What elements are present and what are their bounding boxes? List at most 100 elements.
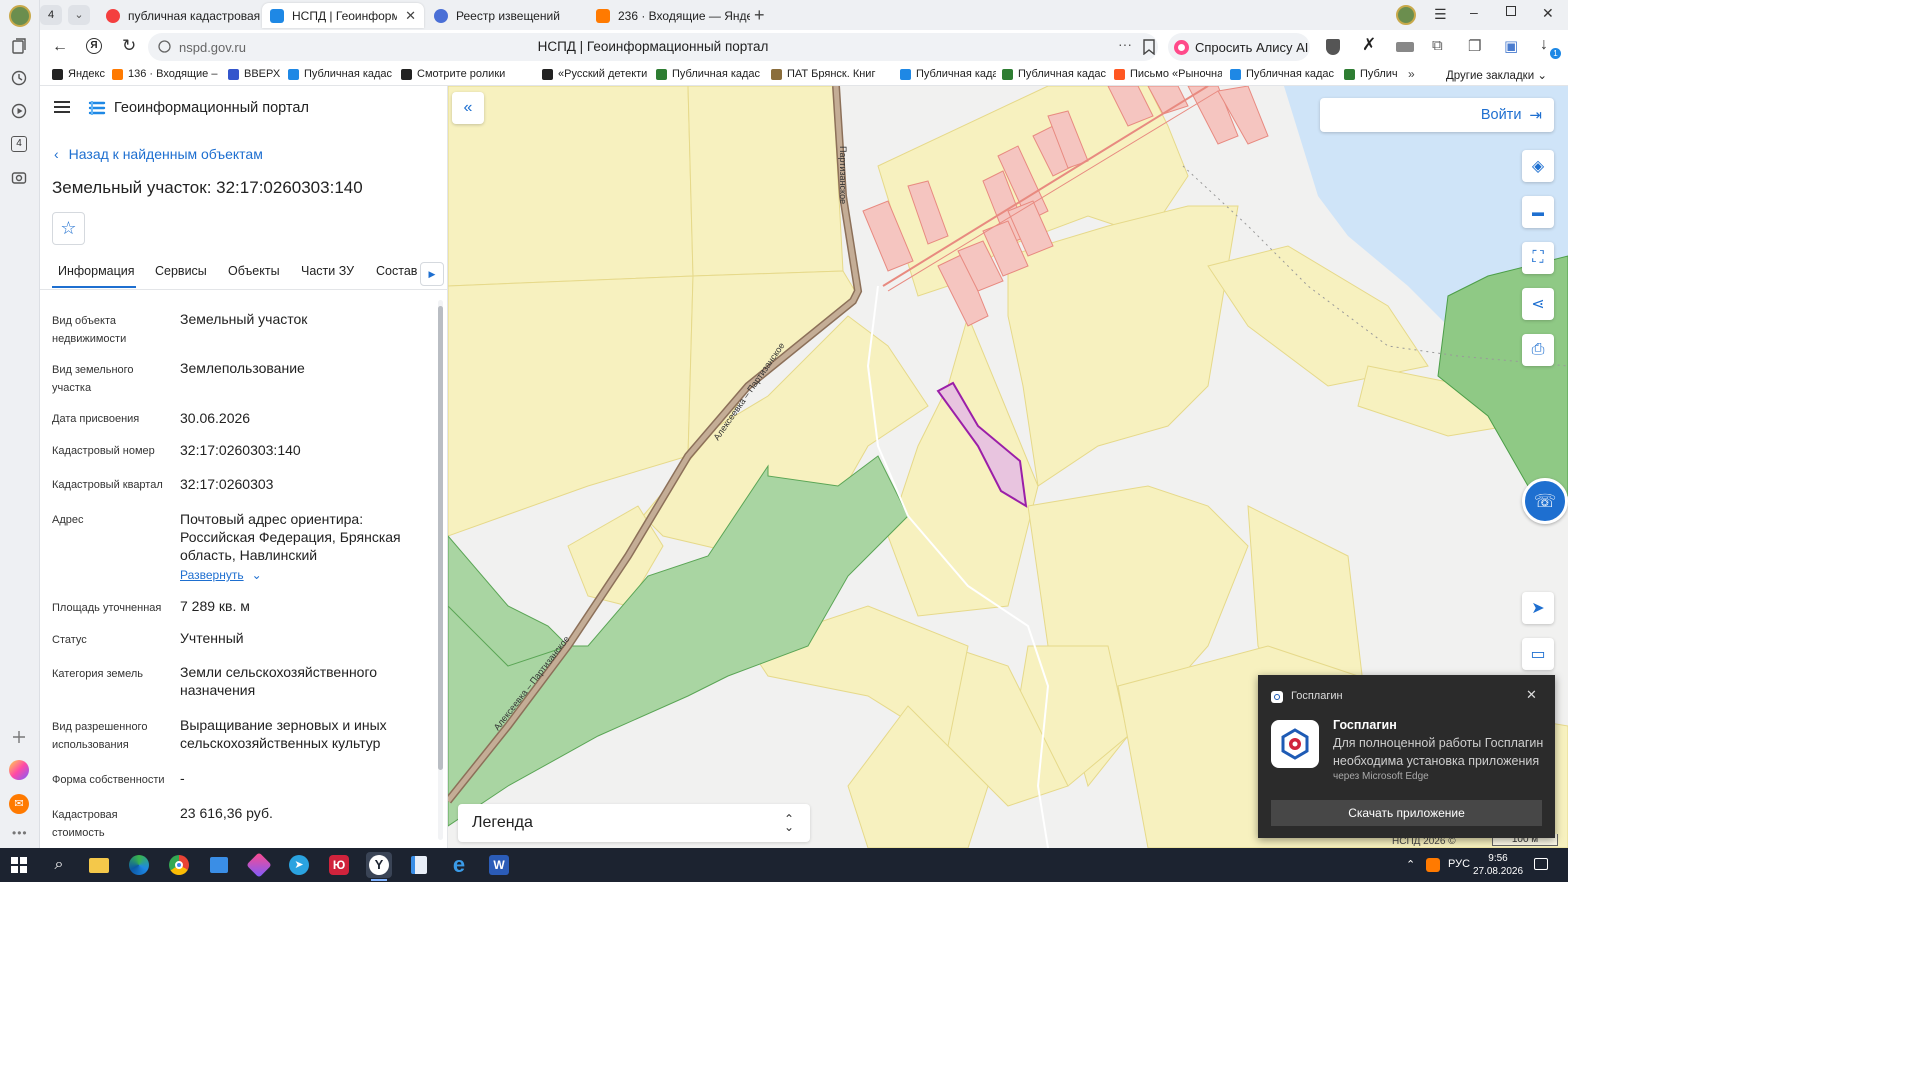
tab-parts[interactable]: Части ЗУ — [301, 264, 354, 278]
extensions-puzzle-icon[interactable]: ⧉ — [1432, 37, 1443, 54]
extension-wallet-icon[interactable] — [1396, 42, 1414, 52]
hamburger-menu-icon[interactable] — [54, 101, 70, 113]
minimap-button[interactable]: ▭ — [1522, 638, 1554, 670]
yandex-browser-icon[interactable]: Y — [366, 852, 392, 878]
bookmark-item[interactable]: «Русский детекти — [542, 68, 650, 80]
internet-explorer-icon[interactable]: e — [446, 852, 472, 878]
edge-icon[interactable] — [126, 852, 152, 878]
bookmark-item[interactable]: Письмо «Рыночна — [1114, 68, 1222, 80]
expand-address-link[interactable]: Развернуть ⌄ — [180, 568, 262, 582]
profile-avatar[interactable] — [9, 5, 31, 27]
downloads-icon[interactable]: ↓ — [1540, 36, 1548, 54]
tab-list-chevron-icon[interactable]: ⌄ — [68, 5, 90, 25]
mail-icon[interactable]: ✉ — [9, 794, 29, 814]
history-icon[interactable] — [11, 70, 27, 86]
bookmark-item[interactable]: Публичная кадас — [288, 68, 394, 80]
menu-icon[interactable]: ☰ — [1434, 6, 1447, 23]
protect-shield-icon[interactable] — [1326, 39, 1340, 55]
bookmark-favicon-icon — [52, 68, 63, 80]
bookmark-favicon-icon — [401, 68, 412, 80]
tab-composition[interactable]: Состав — [376, 264, 417, 278]
page-actions-icon[interactable]: ··· — [1118, 36, 1132, 52]
search-icon[interactable]: ⌕ — [46, 852, 72, 878]
ask-alice-button[interactable]: Спросить Алису AI — [1168, 33, 1310, 61]
bookmark-item[interactable]: Публичная кадас — [1002, 68, 1106, 80]
ruler-button[interactable]: ▬ — [1522, 196, 1554, 228]
more-icon[interactable]: ••• — [12, 826, 28, 840]
close-tab-icon[interactable]: ✕ — [405, 8, 416, 24]
login-button[interactable]: Войти ⇥ — [1320, 98, 1554, 132]
favorite-star-button[interactable]: ☆ — [52, 212, 85, 245]
other-bookmarks[interactable]: Другие закладки ⌄ — [1446, 68, 1547, 82]
bookmark-item[interactable]: Публич — [1344, 68, 1400, 80]
download-app-button[interactable]: Скачать приложение — [1271, 800, 1542, 826]
input-language[interactable]: РУС — [1448, 858, 1470, 870]
bookmark-item[interactable]: Публичная кадас — [1230, 68, 1338, 80]
layers-button[interactable]: ◈ — [1522, 150, 1554, 182]
print-icon: ⎙ — [1531, 341, 1545, 358]
scrollbar-thumb[interactable] — [438, 306, 443, 770]
support-chat-button[interactable]: ☏ — [1522, 478, 1568, 524]
profile-avatar-icon[interactable] — [1396, 5, 1416, 25]
tab-information[interactable]: Информация — [58, 264, 135, 278]
collections-icon[interactable] — [11, 38, 27, 54]
screenshot-icon[interactable] — [11, 169, 27, 185]
extension-doc-icon[interactable]: ▣ — [1504, 37, 1518, 55]
field-value: - — [180, 770, 185, 786]
gem-app-icon[interactable] — [246, 852, 272, 878]
tab-nspd[interactable]: НСПД | Геоинформацис ✕ — [262, 3, 424, 28]
address-field[interactable]: nspd.gov.ru НСПД | Геоинформационный пор… — [148, 33, 1158, 61]
tab-cadastral-map[interactable]: публичная кадастровая к — [98, 3, 260, 28]
notepad-icon[interactable] — [406, 852, 432, 878]
word-icon[interactable]: W — [486, 852, 512, 878]
notification-center-icon[interactable] — [1534, 858, 1548, 870]
bookmarks-overflow-icon[interactable]: » — [1408, 67, 1415, 81]
print-button[interactable]: ⎙ — [1522, 334, 1554, 366]
file-explorer-icon[interactable] — [86, 852, 112, 878]
maximize-icon[interactable] — [1506, 6, 1516, 16]
bookmark-icon[interactable] — [1142, 39, 1156, 55]
extension-k-icon[interactable]: ✗ — [1362, 35, 1376, 55]
tray-chevron-up-icon[interactable]: ⌃ — [1406, 858, 1415, 871]
reload-icon[interactable]: ↻ — [122, 36, 136, 56]
tab-counter[interactable]: 4 — [40, 5, 62, 25]
legend-dropdown[interactable]: Легенда ⌃ ⌄ — [458, 804, 810, 842]
bookmark-label: Смотрите ролики — [417, 68, 506, 80]
back-arrow-icon[interactable]: ← — [52, 38, 68, 56]
tray-app-icon[interactable] — [1426, 858, 1440, 872]
bookmark-item[interactable]: Публичная кадас — [900, 68, 996, 80]
tray-clock[interactable]: 9:56 27.08.2026 — [1470, 852, 1526, 878]
close-window-icon[interactable]: ✕ — [1542, 5, 1554, 22]
new-tab-icon[interactable]: + — [754, 5, 765, 25]
bookmark-item[interactable]: Смотрите ролики — [401, 68, 535, 80]
calculator-app-icon[interactable] — [206, 852, 232, 878]
area-select-button[interactable]: ⛶ — [1522, 242, 1554, 274]
back-to-results-link[interactable]: ‹ Назад к найденным объектам — [54, 146, 263, 162]
geolocation-button[interactable]: ➤ — [1522, 592, 1554, 624]
tab-registry[interactable]: Реестр извещений — [426, 3, 588, 28]
bookmark-item[interactable]: ВВЕРХ — [228, 68, 284, 80]
tab-objects[interactable]: Объекты — [228, 264, 280, 278]
close-notification-icon[interactable]: ✕ — [1526, 687, 1537, 703]
windows-start-icon[interactable] — [6, 852, 32, 878]
bookmark-item[interactable]: ПАТ Брянск. Книг — [771, 68, 893, 80]
tabs-scroll-right-icon[interactable]: ▶ — [420, 262, 444, 286]
bookmark-item[interactable]: 136 · Входящие – — [112, 68, 220, 80]
yu-app-icon[interactable]: Ю — [326, 852, 352, 878]
yandex-button-icon[interactable]: Я — [86, 38, 102, 54]
add-panel-icon[interactable] — [12, 730, 26, 744]
extension-book-icon[interactable]: ❐ — [1468, 37, 1481, 55]
alice-icon[interactable] — [9, 760, 29, 780]
field-value: 32:17:0260303 — [180, 476, 274, 492]
minimize-icon[interactable]: – — [1470, 4, 1478, 20]
chrome-icon[interactable] — [166, 852, 192, 878]
tabs-count-icon[interactable]: 4 — [11, 136, 27, 152]
video-icon[interactable] — [11, 103, 27, 119]
telegram-icon[interactable]: ➤ — [286, 852, 312, 878]
bookmark-item[interactable]: Публичная кадас — [656, 68, 764, 80]
tab-services[interactable]: Сервисы — [155, 264, 207, 278]
bookmark-item[interactable]: Яндекс — [52, 68, 110, 80]
share-button[interactable]: ⋖ — [1522, 288, 1554, 320]
collapse-panel-button[interactable]: « — [452, 92, 484, 124]
tab-mail[interactable]: 236 · Входящие — Яндекс — [588, 3, 750, 28]
